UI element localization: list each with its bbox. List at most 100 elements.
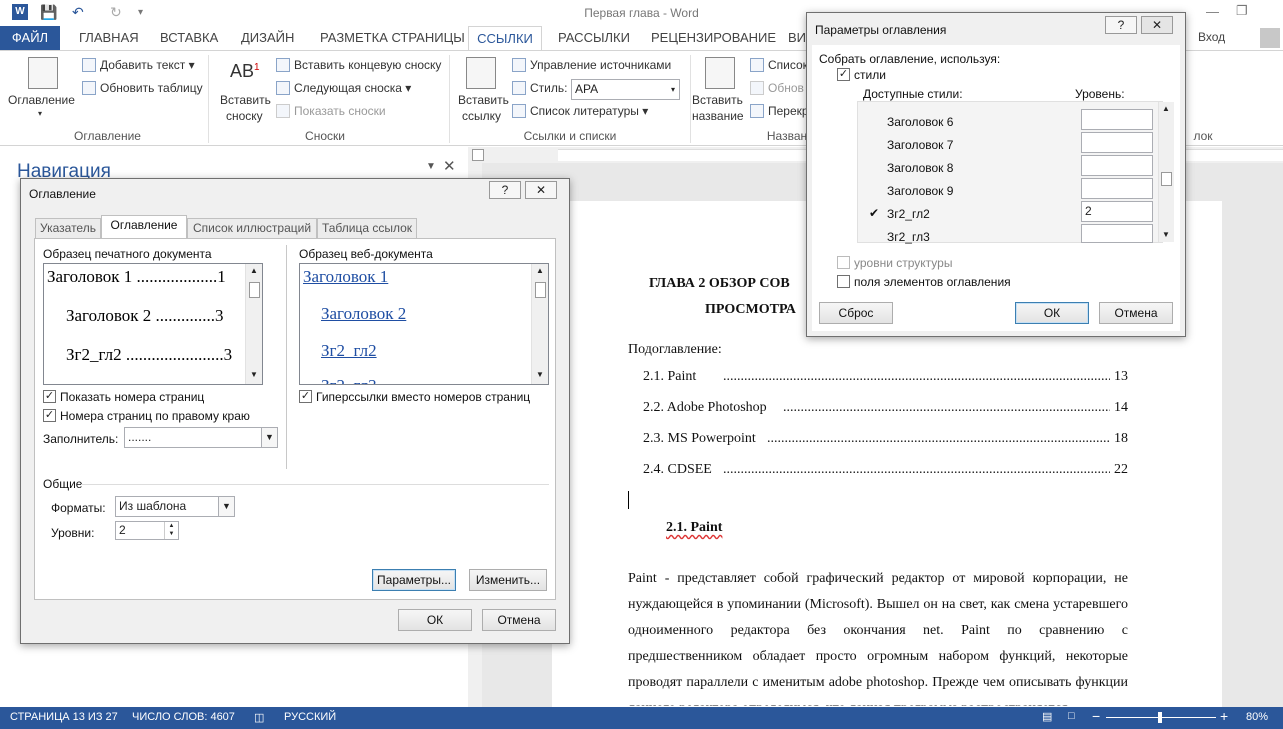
chevron-down-icon[interactable]: ▼ xyxy=(261,428,277,447)
web-layout-icon[interactable]: □ xyxy=(1068,710,1075,722)
close-icon[interactable]: ✕ xyxy=(525,181,557,199)
nav-options-icon[interactable]: ▼ xyxy=(426,161,436,172)
level-input[interactable]: 2 xyxy=(1081,201,1153,222)
zoom-slider-thumb[interactable] xyxy=(1158,712,1162,723)
close-icon[interactable]: ✕ xyxy=(1141,16,1173,34)
reset-button[interactable]: Сброс xyxy=(819,302,893,324)
insert-caption-button[interactable]: Вставить xyxy=(692,93,743,107)
insert-footnote-button[interactable]: Вставить xyxy=(220,93,271,107)
tab-insert[interactable]: ВСТАВКА xyxy=(160,30,218,45)
scroll-thumb[interactable] xyxy=(1161,172,1172,186)
tab-review[interactable]: РЕЦЕНЗИРОВАНИЕ xyxy=(651,30,776,45)
show-page-numbers-label[interactable]: Показать номера страниц xyxy=(60,390,204,404)
ok-button[interactable]: ОК xyxy=(1015,302,1089,324)
modify-button[interactable]: Изменить... xyxy=(469,569,547,591)
leader-select[interactable]: ....... ▼ xyxy=(124,427,278,448)
scroll-thumb[interactable] xyxy=(535,282,546,298)
insert-endnote-button[interactable]: Вставить концевую сноску xyxy=(276,58,441,72)
toc-fields-label[interactable]: поля элементов оглавления xyxy=(854,275,1011,289)
toc-entry[interactable]: 2.2. Adobe Photoshop ...................… xyxy=(643,400,1128,420)
tab-view[interactable]: ВИ xyxy=(788,30,806,45)
language-indicator[interactable]: РУССКИЙ xyxy=(284,711,336,723)
bibliography-button[interactable]: Список литературы ▾ xyxy=(512,104,648,118)
styles-label[interactable]: стили xyxy=(854,68,886,82)
page-indicator[interactable]: СТРАНИЦА 13 ИЗ 27 xyxy=(10,711,118,723)
insert-footnote-button-line2[interactable]: сноску xyxy=(226,109,263,123)
chevron-down-icon[interactable]: ▾ xyxy=(38,109,42,118)
show-notes-button[interactable]: Показать сноски xyxy=(276,104,386,118)
tab-toc[interactable]: Оглавление xyxy=(101,215,187,238)
scroll-up-icon[interactable]: ▲ xyxy=(250,266,258,275)
close-icon[interactable]: ✕ xyxy=(443,157,456,175)
minimize-icon[interactable]: — xyxy=(1206,4,1219,19)
proofing-icon[interactable]: ◫ xyxy=(254,711,264,724)
zoom-out-icon[interactable]: − xyxy=(1092,708,1100,724)
scrollbar[interactable]: ▲ ▼ xyxy=(531,264,548,384)
zoom-in-icon[interactable]: + xyxy=(1220,708,1228,724)
cross-reference-button[interactable]: Перекр xyxy=(750,104,809,118)
show-page-numbers-checkbox[interactable]: ✓ xyxy=(43,390,56,403)
hyperlinks-label[interactable]: Гиперссылки вместо номеров страниц xyxy=(316,390,530,404)
styles-checkbox[interactable]: ✓ xyxy=(837,68,850,81)
scroll-down-icon[interactable]: ▼ xyxy=(1162,230,1170,239)
update-table-button[interactable]: Обновить таблицу xyxy=(82,81,203,95)
style-select[interactable]: APA ▾ xyxy=(571,79,680,100)
tab-authorities[interactable]: Таблица ссылок xyxy=(317,218,417,238)
manage-sources-button[interactable]: Управление источниками xyxy=(512,58,671,72)
level-input[interactable] xyxy=(1081,155,1153,176)
formats-select[interactable]: Из шаблона ▼ xyxy=(115,496,235,517)
scrollbar[interactable]: ▲ ▼ xyxy=(1158,102,1174,242)
scrollbar[interactable]: ▲ ▼ xyxy=(245,264,262,384)
print-layout-icon[interactable]: ▤ xyxy=(1042,710,1052,723)
sign-in-link[interactable]: Вход xyxy=(1198,30,1225,44)
tab-references[interactable]: ССЫЛКИ xyxy=(468,26,542,51)
add-text-button[interactable]: Добавить текст ▾ xyxy=(82,58,195,72)
right-align-label[interactable]: Номера страниц по правому краю xyxy=(60,409,250,423)
spinner-arrows-icon[interactable]: ▲ ▼ xyxy=(164,522,178,539)
level-input[interactable] xyxy=(1081,109,1153,130)
options-button[interactable]: Параметры... xyxy=(372,569,456,591)
tab-index[interactable]: Указатель xyxy=(35,218,101,238)
cancel-button[interactable]: Отмена xyxy=(1099,302,1173,324)
insert-citation-button-line2[interactable]: ссылку xyxy=(462,109,501,123)
hyperlinks-checkbox[interactable]: ✓ xyxy=(299,390,312,403)
ok-button[interactable]: ОК xyxy=(398,609,472,631)
toc-entry[interactable]: 2.3. MS Powerpoint .....................… xyxy=(643,431,1128,451)
chevron-down-icon[interactable]: ▼ xyxy=(218,497,234,516)
levels-spinner[interactable]: 2 ▲ ▼ xyxy=(115,521,179,540)
scroll-down-icon[interactable]: ▼ xyxy=(250,370,258,379)
tab-design[interactable]: ДИЗАЙН xyxy=(241,30,294,45)
help-icon[interactable]: ? xyxy=(1105,16,1137,34)
styles-list[interactable]: Заголовок 6 Заголовок 7 Заголовок 8 Заго… xyxy=(857,101,1174,244)
scroll-up-icon[interactable]: ▲ xyxy=(536,266,544,275)
outline-levels-label[interactable]: уровни структуры xyxy=(854,256,952,270)
right-align-checkbox[interactable]: ✓ xyxy=(43,409,56,422)
avatar[interactable] xyxy=(1260,28,1280,48)
insert-citation-button[interactable]: Вставить xyxy=(458,93,509,107)
level-input[interactable] xyxy=(1081,224,1153,243)
scroll-up-icon[interactable]: ▲ xyxy=(1162,104,1170,113)
outline-levels-checkbox[interactable] xyxy=(837,256,850,269)
tab-mailings[interactable]: РАССЫЛКИ xyxy=(558,30,630,45)
restore-icon[interactable]: ❐ xyxy=(1236,3,1248,19)
next-footnote-button[interactable]: Следующая сноска ▾ xyxy=(276,81,411,95)
scroll-down-icon[interactable]: ▼ xyxy=(536,370,544,379)
tab-layout[interactable]: РАЗМЕТКА СТРАНИЦЫ xyxy=(320,30,465,45)
cancel-button[interactable]: Отмена xyxy=(482,609,556,631)
tab-home[interactable]: ГЛАВНАЯ xyxy=(79,30,139,45)
level-input[interactable] xyxy=(1081,132,1153,153)
toc-entry[interactable]: 2.4. CDSEE .............................… xyxy=(643,462,1128,482)
tab-figures[interactable]: Список иллюстраций xyxy=(187,218,317,238)
toc-button[interactable]: Оглавление xyxy=(8,93,75,107)
level-input[interactable] xyxy=(1081,178,1153,199)
scroll-thumb[interactable] xyxy=(249,282,260,298)
toc-entry[interactable]: 2.1. Paint .............................… xyxy=(643,369,1128,389)
help-icon[interactable]: ? xyxy=(489,181,521,199)
update-figures-button[interactable]: Обнов xyxy=(750,81,804,95)
tab-file[interactable]: ФАЙЛ xyxy=(0,26,60,50)
word-count[interactable]: ЧИСЛО СЛОВ: 4607 xyxy=(132,711,235,723)
insert-caption-button-line2[interactable]: название xyxy=(692,109,744,123)
zoom-level[interactable]: 80% xyxy=(1246,711,1268,723)
toc-fields-checkbox[interactable] xyxy=(837,275,850,288)
tab-selector[interactable] xyxy=(472,149,484,161)
